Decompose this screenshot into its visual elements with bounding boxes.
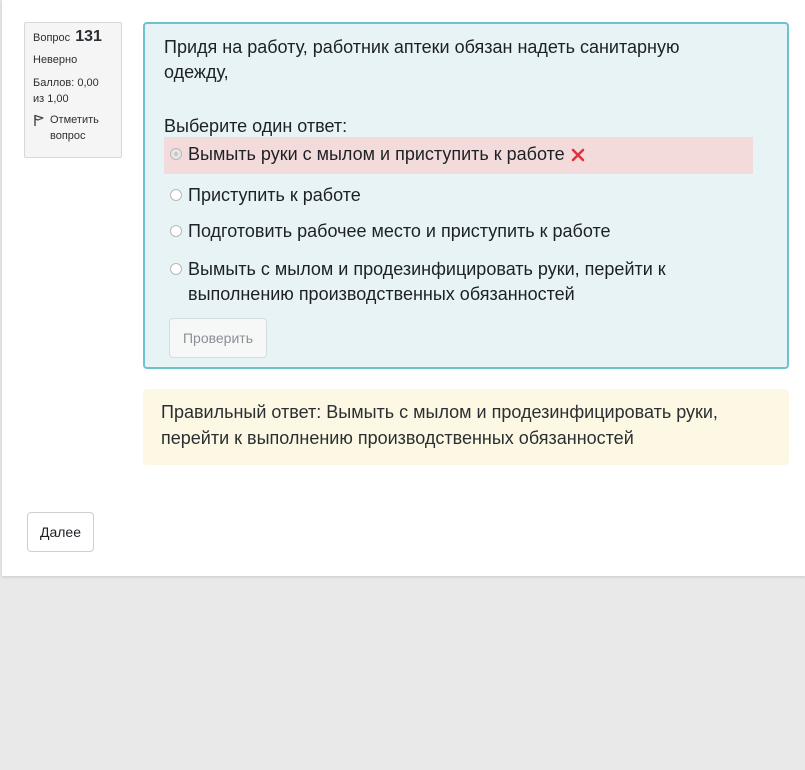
question-number-label: Вопрос bbox=[33, 32, 71, 44]
flag-icon bbox=[34, 114, 44, 126]
next-button[interactable]: Далее bbox=[27, 512, 94, 552]
answer-prompt: Выберите один ответ: bbox=[164, 116, 348, 136]
flag-question-link[interactable]: Отметить вопрос bbox=[33, 112, 113, 144]
answer-option-1-content: Вымыть руки с мылом и приступить к работ… bbox=[188, 142, 585, 169]
question-info-panel: Вопрос 131 Неверно Баллов: 0,00 из 1,00 … bbox=[24, 22, 122, 158]
answer-label-2: Приступить к работе bbox=[188, 185, 361, 205]
right-answer-feedback: Правильный ответ: Вымыть с мылом и проде… bbox=[143, 389, 789, 465]
question-grade: Баллов: 0,00 из 1,00 bbox=[33, 77, 99, 105]
answer-radio-1[interactable] bbox=[170, 148, 182, 160]
answer-option-3[interactable]: Подготовить рабочее место и приступить к… bbox=[164, 214, 753, 249]
cross-icon bbox=[571, 144, 585, 169]
question-number: Вопрос 131 bbox=[33, 29, 113, 46]
answer-option-2[interactable]: Приступить к работе bbox=[164, 178, 753, 213]
answer-label-1: Вымыть руки с мылом и приступить к работ… bbox=[188, 144, 565, 164]
check-button[interactable]: Проверить bbox=[169, 318, 267, 358]
question-number-value: 131 bbox=[75, 28, 102, 45]
question-state: Неверно bbox=[33, 54, 78, 66]
answer-radio-4[interactable] bbox=[170, 263, 182, 275]
question-text: Придя на работу, работник аптеки обязан … bbox=[164, 37, 680, 82]
answer-option-1[interactable]: Вымыть руки с мылом и приступить к работ… bbox=[164, 137, 753, 174]
answer-option-4[interactable]: Вымыть с мылом и продезинфицировать руки… bbox=[164, 252, 753, 312]
answer-radio-3[interactable] bbox=[170, 225, 182, 237]
question-formulation: Придя на работу, работник аптеки обязан … bbox=[143, 22, 789, 369]
page-container: Вопрос 131 Неверно Баллов: 0,00 из 1,00 … bbox=[2, 0, 805, 576]
answer-label-4: Вымыть с мылом и продезинфицировать руки… bbox=[188, 259, 666, 304]
answer-radio-2[interactable] bbox=[170, 189, 182, 201]
answer-label-3: Подготовить рабочее место и приступить к… bbox=[188, 221, 611, 241]
flag-question-label: Отметить вопрос bbox=[50, 114, 99, 142]
